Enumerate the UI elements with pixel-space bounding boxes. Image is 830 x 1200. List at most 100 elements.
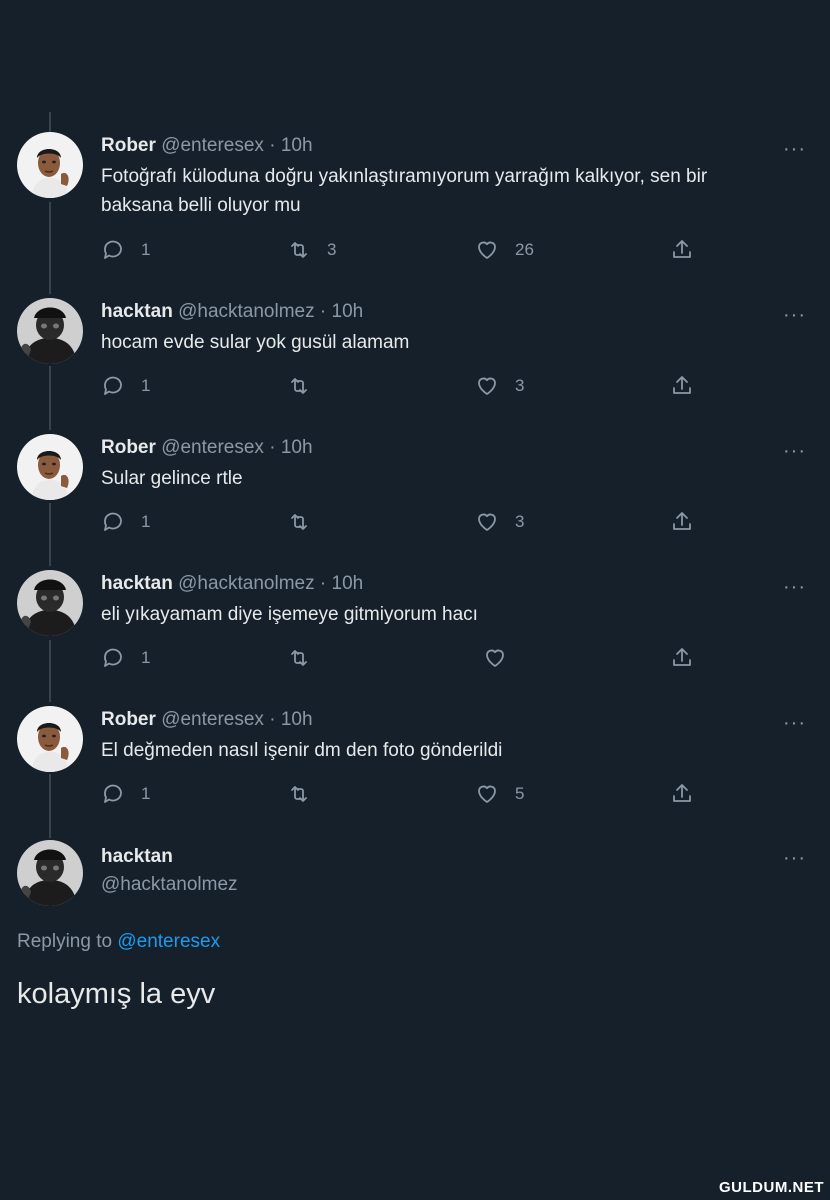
like-button[interactable]: 5 [475,782,524,806]
author-handle[interactable]: @enteresex [161,437,264,458]
avatar[interactable] [17,434,83,500]
hooded-avatar-icon [17,298,83,364]
retweet-button[interactable] [287,646,327,670]
author-name[interactable]: Rober [101,135,156,156]
separator: · [319,301,327,322]
share-button[interactable] [670,646,694,670]
tweet-text-line: Fotoğrafı küloduna doğru yakınlaştıramıy… [101,166,708,187]
reply-icon [101,374,125,398]
retweet-button[interactable] [287,782,327,806]
reply-icon [101,238,125,262]
tweet-header: hacktan @hacktanolmez · 10h [101,573,363,595]
tweet-text: El değmeden nasıl işenir dm den foto gön… [101,736,791,765]
timestamp[interactable]: 10h [332,573,364,594]
reply-icon [101,782,125,806]
separator: · [319,573,327,594]
more-icon[interactable]: ··· [783,848,806,868]
separator: · [269,437,276,458]
reply-count: 1 [141,648,151,667]
retweet-count: 3 [327,240,337,259]
retweet-icon [287,374,311,398]
reply-count: 1 [141,376,151,395]
thread-line [49,774,51,838]
share-button[interactable] [670,374,694,398]
reply-icon [101,646,125,670]
reply-button[interactable]: 1 [101,374,150,398]
like-icon [475,782,499,806]
share-icon [670,782,694,806]
avatar[interactable] [17,132,83,198]
tweet-text: Fotoğrafı küloduna doğru yakınlaştıramıy… [101,162,791,220]
avatar[interactable] [17,570,83,636]
author-handle[interactable]: @enteresex [161,709,264,730]
watermark: GULDUM.NET [719,1179,824,1196]
tweet-header: Rober @enteresex · 10h [101,709,313,731]
share-icon [670,374,694,398]
retweet-icon [287,646,311,670]
mention-link[interactable]: @enteresex [117,931,220,952]
share-button[interactable] [670,510,694,534]
more-icon[interactable]: ··· [783,713,806,733]
like-count: 3 [515,376,525,395]
like-count: 3 [515,512,525,531]
share-button[interactable] [670,238,694,262]
thread-line [49,112,51,132]
author-name[interactable]: hacktan [101,301,173,322]
more-icon[interactable]: ··· [783,577,806,597]
share-button[interactable] [670,782,694,806]
retweet-icon [287,510,311,534]
reply-count: 1 [141,512,151,531]
more-icon[interactable]: ··· [783,139,806,159]
like-icon [475,238,499,262]
author-name[interactable]: Rober [101,709,156,730]
timestamp[interactable]: 10h [332,301,364,322]
tweet-text-line: Sular gelince rtle [101,468,243,489]
reply-button[interactable]: 1 [101,646,150,670]
thread-line [49,503,51,566]
tweet-text-line: eli yıkayamam diye işemeye gitmiyorum ha… [101,604,478,625]
like-icon [475,510,499,534]
retweet-button[interactable] [287,510,327,534]
separator: · [269,135,276,156]
tweet-text-line: baksana belli oluyor mu [101,195,301,216]
like-button[interactable]: 3 [475,374,524,398]
replying-prefix: Replying to [17,931,118,952]
retweet-button[interactable]: 3 [287,238,336,262]
timestamp[interactable]: 10h [281,135,313,156]
tweet-text-line: hocam evde sular yok gusül alamam [101,332,410,353]
retweet-button[interactable] [287,374,327,398]
avatar[interactable] [17,298,83,364]
reply-button[interactable]: 1 [101,238,150,262]
author-handle[interactable]: @hacktanolmez [178,301,315,322]
thread-line [49,366,51,430]
share-icon [670,646,694,670]
tweet-text-line: El değmeden nasıl işenir dm den foto gön… [101,740,503,761]
more-icon[interactable]: ··· [783,441,806,461]
tweet-actions: 1 3 [101,374,701,402]
avatar[interactable] [17,840,83,906]
like-button[interactable]: 26 [475,238,534,262]
author-name[interactable]: hacktan [101,846,173,868]
timestamp[interactable]: 10h [281,437,313,458]
tweet-text: eli yıkayamam diye işemeye gitmiyorum ha… [101,600,791,629]
author-handle[interactable]: @hacktanolmez [101,874,238,896]
like-button[interactable] [483,646,523,670]
share-icon [670,238,694,262]
retweet-icon [287,238,311,262]
author-handle[interactable]: @hacktanolmez [178,573,315,594]
reply-button[interactable]: 1 [101,510,150,534]
tweet-text: Sular gelince rtle [101,464,791,493]
author-name[interactable]: Rober [101,437,156,458]
like-button[interactable]: 3 [475,510,524,534]
like-count: 26 [515,240,534,259]
tweet-actions: 1 [101,646,701,674]
tweet-header: Rober @enteresex · 10h [101,437,313,459]
tweet-actions: 1 5 [101,782,701,810]
avatar[interactable] [17,706,83,772]
author-handle[interactable]: @enteresex [161,135,264,156]
more-icon[interactable]: ··· [783,305,806,325]
author-name[interactable]: hacktan [101,573,173,594]
timestamp[interactable]: 10h [281,709,313,730]
thread-line [49,640,51,702]
reply-button[interactable]: 1 [101,782,150,806]
